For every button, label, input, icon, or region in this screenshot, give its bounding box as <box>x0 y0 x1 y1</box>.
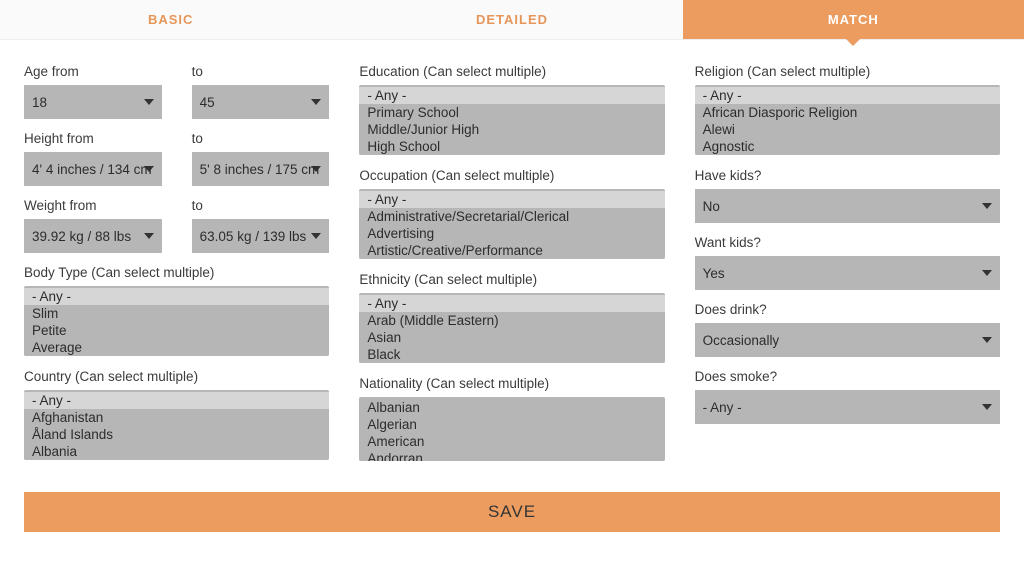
want-kids-label: Want kids? <box>695 235 1000 250</box>
country-select[interactable]: - Any - Afghanistan Åland Islands Albani… <box>24 390 329 460</box>
height-to-label: to <box>192 131 330 146</box>
tab-detailed-label: DETAILED <box>476 12 548 27</box>
tabs: BASIC DETAILED MATCH <box>0 0 1024 40</box>
body-type-label: Body Type (Can select multiple) <box>24 265 329 280</box>
column-right: Religion (Can select multiple) - Any - A… <box>695 60 1000 470</box>
tab-match-label: MATCH <box>828 12 879 27</box>
save-button-label: SAVE <box>488 502 536 521</box>
want-kids-select[interactable]: Yes <box>695 256 1000 290</box>
ethnicity-label: Ethnicity (Can select multiple) <box>359 272 664 287</box>
does-smoke-select[interactable]: - Any - <box>695 390 1000 424</box>
column-center: Education (Can select multiple) - Any - … <box>359 60 664 470</box>
save-button[interactable]: SAVE <box>24 492 1000 532</box>
does-drink-select[interactable]: Occasionally <box>695 323 1000 357</box>
weight-from-label: Weight from <box>24 198 162 213</box>
does-drink-label: Does drink? <box>695 302 1000 317</box>
height-to-select[interactable]: 5' 8 inches / 175 cm <box>192 152 330 186</box>
have-kids-select[interactable]: No <box>695 189 1000 223</box>
column-left: Age from 18 to 45 Height from 4' 4 inche… <box>24 60 329 470</box>
education-select[interactable]: - Any - Primary School Middle/Junior Hig… <box>359 85 664 155</box>
age-to-label: to <box>192 64 330 79</box>
occupation-select[interactable]: - Any - Administrative/Secretarial/Cleri… <box>359 189 664 259</box>
height-from-select[interactable]: 4' 4 inches / 134 cm <box>24 152 162 186</box>
age-from-label: Age from <box>24 64 162 79</box>
weight-to-label: to <box>192 198 330 213</box>
does-smoke-label: Does smoke? <box>695 369 1000 384</box>
save-bar: SAVE <box>24 492 1000 532</box>
country-label: Country (Can select multiple) <box>24 369 329 384</box>
religion-label: Religion (Can select multiple) <box>695 64 1000 79</box>
tab-detailed[interactable]: DETAILED <box>341 0 682 39</box>
tab-basic[interactable]: BASIC <box>0 0 341 39</box>
nationality-select[interactable]: Albanian Algerian American Andorran Ango… <box>359 397 664 461</box>
weight-from-select[interactable]: 39.92 kg / 88 lbs <box>24 219 162 253</box>
nationality-label: Nationality (Can select multiple) <box>359 376 664 391</box>
weight-to-select[interactable]: 63.05 kg / 139 lbs <box>192 219 330 253</box>
education-label: Education (Can select multiple) <box>359 64 664 79</box>
ethnicity-select[interactable]: - Any - Arab (Middle Eastern) Asian Blac… <box>359 293 664 363</box>
match-form: Age from 18 to 45 Height from 4' 4 inche… <box>0 40 1024 484</box>
age-from-select[interactable]: 18 <box>24 85 162 119</box>
religion-select[interactable]: - Any - African Diasporic Religion Alewi… <box>695 85 1000 155</box>
occupation-label: Occupation (Can select multiple) <box>359 168 664 183</box>
tab-basic-label: BASIC <box>148 12 193 27</box>
body-type-select[interactable]: - Any - Slim Petite Average <box>24 286 329 356</box>
age-to-select[interactable]: 45 <box>192 85 330 119</box>
have-kids-label: Have kids? <box>695 168 1000 183</box>
tab-match[interactable]: MATCH <box>683 0 1024 39</box>
height-from-label: Height from <box>24 131 162 146</box>
